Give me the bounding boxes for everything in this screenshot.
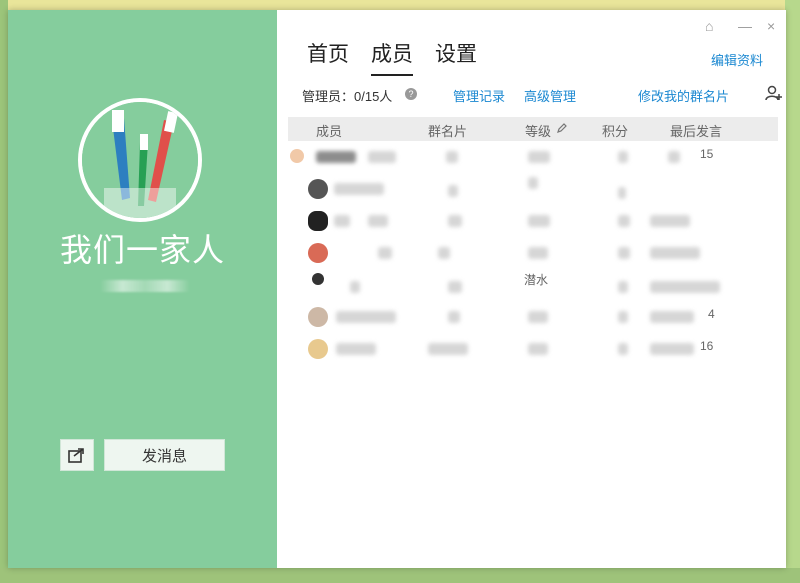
group-info-window: 我们一家人 发消息 ⌂ — × 首页 成员 设置 编辑资料 管理员：0/15人 … [8,10,786,568]
watermark-url: jingyan.baidu.com [618,540,731,556]
group-sidebar: 我们一家人 发消息 [8,10,277,568]
table-row[interactable]: 4 [288,301,778,333]
avatar [308,179,328,199]
avatar [308,307,328,327]
pencil-icon[interactable] [556,122,568,137]
members-panel: ⌂ — × 首页 成员 设置 编辑资料 管理员：0/15人 ? 管理记录 高级管… [277,10,786,568]
table-row[interactable] [288,173,778,205]
advanced-manage-link[interactable]: 高级管理 [524,86,576,105]
manage-log-link[interactable]: 管理记录 [453,86,505,105]
desktop-background-top [0,0,800,10]
avatar [290,149,304,163]
group-name: 我们一家人 [59,232,225,268]
send-message-button[interactable]: 发消息 [104,439,225,471]
table-row[interactable] [288,237,778,269]
group-number-blurred [100,280,190,292]
avatar [308,211,328,231]
avatar [308,243,328,263]
desktop-background-bottom [0,568,800,583]
column-card[interactable]: 群名片 [428,121,467,140]
members-toolbar: 管理员：0/15人 ? 管理记录 高级管理 修改我的群名片 [302,85,782,106]
group-avatar[interactable] [78,98,202,222]
level-badge: 潜水 [524,273,549,287]
minimize-button[interactable]: — [738,18,752,34]
members-list: 15 潜水 4 16 [288,141,778,365]
table-row[interactable]: 16 [288,333,778,365]
desktop-background-left [0,0,8,583]
tab-members[interactable]: 成员 [371,38,413,76]
share-icon [68,448,84,463]
tab-home[interactable]: 首页 [307,38,349,76]
help-icon[interactable]: ? [405,88,417,100]
edit-my-card-link[interactable]: 修改我的群名片 [638,86,729,105]
skin-icon[interactable]: ⌂ [705,18,713,34]
tab-bar: 首页 成员 设置 [307,38,477,76]
table-row[interactable] [288,205,778,237]
table-row[interactable]: 潜水 [288,269,778,301]
desktop-background-right [785,0,800,583]
last-spoke: 16 [700,339,714,353]
last-spoke: 4 [708,307,715,321]
close-button[interactable]: × [767,18,775,34]
add-member-icon[interactable] [765,84,783,105]
column-last-spoke[interactable]: 最后发言 [670,121,722,140]
last-spoke: 15 [700,147,714,161]
avatar [312,273,324,285]
column-level[interactable]: 等级 [525,121,551,140]
admin-count: 管理员：0/15人 [302,89,393,104]
column-member[interactable]: 成员 [316,121,342,140]
table-row[interactable]: 15 [288,141,778,173]
avatar [308,339,328,359]
edit-profile-link[interactable]: 编辑资料 [711,50,763,69]
tab-settings[interactable]: 设置 [435,38,477,76]
share-button[interactable] [60,439,94,471]
column-points[interactable]: 积分 [602,121,628,140]
toothbrush-avatar-icon [82,102,198,218]
members-table-header: 成员 群名片 等级 积分 最后发言 [288,117,778,141]
